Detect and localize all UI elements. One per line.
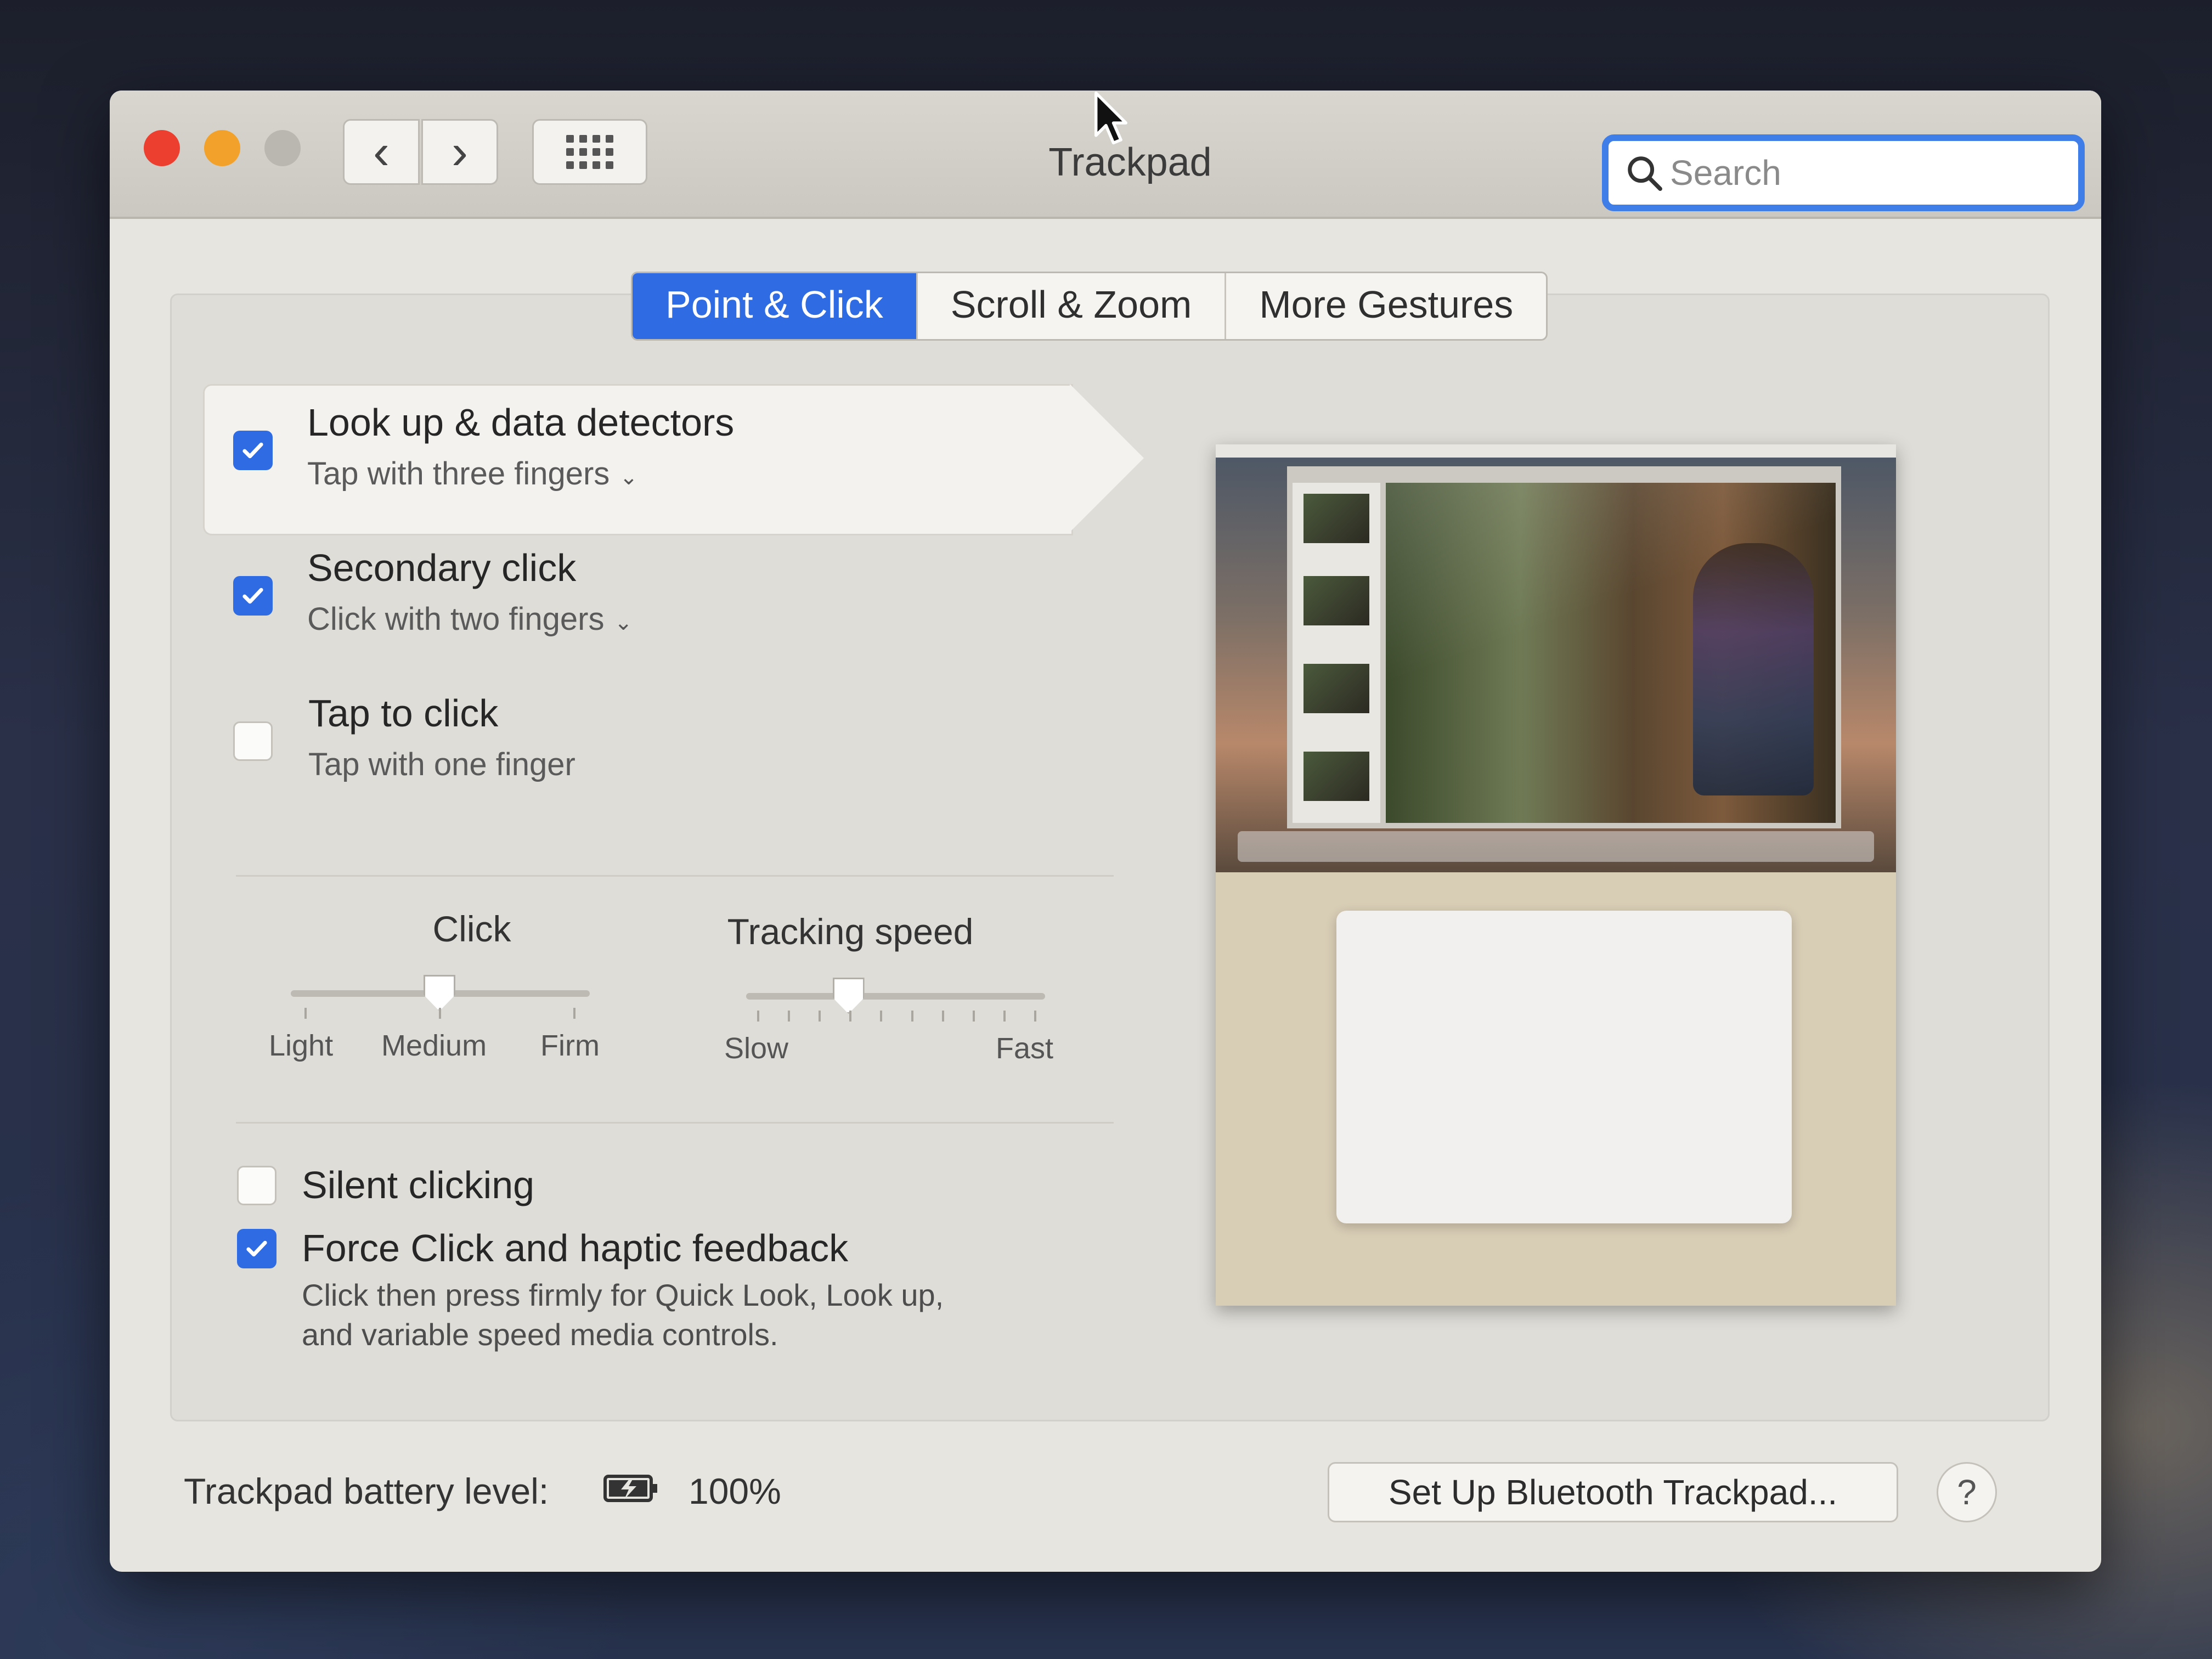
slider-tick xyxy=(941,1011,944,1022)
click-slider-label: Click xyxy=(432,909,511,949)
tap-to-click-subtitle: Tap with one finger xyxy=(308,747,575,782)
preview-sidebar xyxy=(1293,483,1380,823)
minimize-button[interactable] xyxy=(204,130,240,166)
lookup-title: Look up & data detectors xyxy=(307,401,735,444)
tracking-speed-track[interactable] xyxy=(746,993,1045,1000)
slider-tick xyxy=(757,1011,759,1022)
slider-tick xyxy=(439,1008,441,1019)
force-click-title: Force Click and haptic feedback xyxy=(302,1227,849,1269)
search-placeholder: Search xyxy=(1670,153,1781,193)
force-click-checkbox[interactable] xyxy=(237,1229,276,1268)
silent-clicking-checkbox[interactable] xyxy=(237,1166,276,1205)
tap-to-click-checkbox[interactable] xyxy=(233,721,273,761)
tab-bar: Point & Click Scroll & Zoom More Gesture… xyxy=(631,272,1548,341)
tab-scroll-and-zoom[interactable]: Scroll & Zoom xyxy=(918,273,1227,339)
tab-more-gestures[interactable]: More Gestures xyxy=(1226,273,1546,339)
slider-tick xyxy=(819,1011,821,1022)
lookup-gesture-value: Tap with three fingers xyxy=(307,456,610,492)
slider-tick xyxy=(880,1011,883,1022)
tab-point-and-click[interactable]: Point & Click xyxy=(633,273,918,339)
preview-thumbnail xyxy=(1304,752,1369,801)
forward-button[interactable]: › xyxy=(421,119,498,185)
chevron-down-icon: ⌄ xyxy=(619,465,638,489)
tracking-min-label: Slow xyxy=(724,1032,789,1065)
checkmark-icon xyxy=(242,588,263,604)
back-button[interactable]: ‹ xyxy=(343,119,420,185)
preview-menubar xyxy=(1216,444,1896,458)
slider-tick xyxy=(972,1011,975,1022)
preview-person xyxy=(1693,543,1814,795)
lookup-gesture-select[interactable]: Tap with three fingers ⌄ xyxy=(307,455,638,492)
search-field[interactable]: Search xyxy=(1602,134,2085,211)
preview-thumbnail xyxy=(1304,664,1369,713)
tracking-max-label: Fast xyxy=(996,1032,1054,1065)
trackpad-preferences-window: ‹ › Trackpad Search Point & Click Scroll… xyxy=(110,91,2101,1572)
slider-tick xyxy=(573,1008,575,1019)
click-tick-medium: Medium xyxy=(381,1029,487,1062)
secondary-click-gesture-value: Click with two fingers xyxy=(307,601,605,637)
lookup-checkbox[interactable] xyxy=(233,431,273,470)
zoom-button[interactable] xyxy=(264,130,301,166)
slider-tick xyxy=(1003,1011,1006,1022)
gesture-preview-video xyxy=(1216,444,1896,1306)
checkmark-icon xyxy=(246,1240,267,1257)
slider-tick xyxy=(304,1008,307,1019)
click-tick-light: Light xyxy=(269,1029,334,1062)
show-all-button[interactable] xyxy=(532,119,647,185)
chevron-right-icon: › xyxy=(452,124,468,179)
preview-trackpad xyxy=(1336,911,1792,1223)
force-click-description-line2: and variable speed media controls. xyxy=(302,1317,778,1352)
preview-photos-window xyxy=(1287,466,1841,828)
divider xyxy=(236,875,1114,877)
close-button[interactable] xyxy=(144,130,180,166)
slider-tick xyxy=(788,1011,791,1022)
search-icon xyxy=(1628,156,1662,191)
secondary-click-checkbox[interactable] xyxy=(233,576,273,616)
checkmark-icon xyxy=(242,442,263,459)
slider-tick xyxy=(1034,1011,1036,1022)
divider xyxy=(236,1122,1114,1124)
slider-tick xyxy=(911,1011,913,1022)
window-title: Trackpad xyxy=(1048,140,1212,184)
preview-photo xyxy=(1386,483,1836,823)
silent-clicking-title: Silent clicking xyxy=(302,1164,535,1206)
preview-thumbnail xyxy=(1304,494,1369,543)
battery-charging-icon xyxy=(603,1475,657,1502)
mouse-pointer-icon xyxy=(1094,91,1127,145)
force-click-description-line1: Click then press firmly for Quick Look, … xyxy=(302,1278,944,1312)
battery-level-label: Trackpad battery level: xyxy=(184,1471,549,1511)
help-button[interactable]: ? xyxy=(1937,1462,1997,1522)
battery-level-value: 100% xyxy=(689,1471,781,1511)
secondary-click-gesture-select[interactable]: Click with two fingers ⌄ xyxy=(307,601,633,637)
preview-thumbnail xyxy=(1304,576,1369,625)
selected-row-pointer xyxy=(1070,384,1144,532)
click-tick-firm: Firm xyxy=(540,1029,600,1062)
tap-to-click-title: Tap to click xyxy=(308,692,499,735)
chevron-down-icon: ⌄ xyxy=(614,611,633,635)
tracking-speed-label: Tracking speed xyxy=(727,911,974,952)
grid-icon xyxy=(566,135,613,169)
slider-tick xyxy=(849,1011,852,1022)
chevron-left-icon: ‹ xyxy=(373,124,390,179)
preview-dock xyxy=(1238,831,1874,862)
secondary-click-title: Secondary click xyxy=(307,546,577,589)
setup-bluetooth-trackpad-button[interactable]: Set Up Bluetooth Trackpad... xyxy=(1328,1462,1898,1522)
preview-screen xyxy=(1216,444,1896,872)
